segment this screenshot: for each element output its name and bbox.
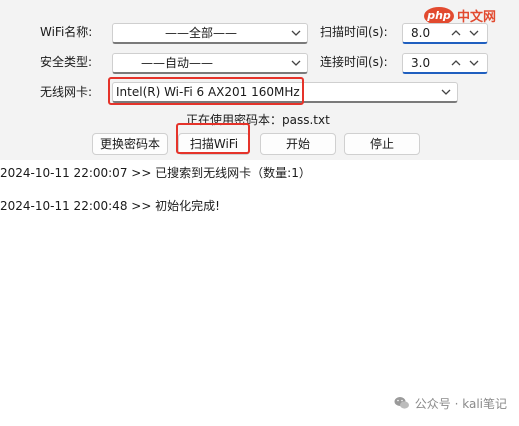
chevron-down-icon[interactable] bbox=[467, 56, 481, 70]
chevron-down-icon bbox=[291, 30, 301, 36]
wifi-name-value: ——全部—— bbox=[164, 26, 237, 40]
log-line: 2024-10-11 22:00:07 >> 已搜索到无线网卡（数量:1） bbox=[0, 166, 311, 180]
start-button[interactable]: 开始 bbox=[260, 133, 336, 155]
connect-time-value: 3.0 bbox=[411, 56, 431, 70]
log-output-area[interactable]: 2024-10-11 22:00:07 >> 已搜索到无线网卡（数量:1） 20… bbox=[0, 160, 519, 426]
nic-label: 无线网卡: bbox=[40, 85, 93, 99]
security-type-dropdown[interactable]: ——自动—— bbox=[112, 53, 308, 74]
connect-time-spinbox[interactable]: 3.0 bbox=[402, 53, 488, 74]
php-logo-badge: php bbox=[424, 6, 454, 25]
chevron-up-icon[interactable] bbox=[449, 56, 463, 70]
change-dict-button[interactable]: 更换密码本 bbox=[92, 133, 168, 155]
security-type-label: 安全类型: bbox=[40, 55, 93, 69]
security-type-value: ——自动—— bbox=[141, 56, 214, 70]
scan-time-spinbox[interactable]: 8.0 bbox=[402, 23, 488, 44]
watermark-text: 公众号 · kali笔记 bbox=[414, 396, 507, 411]
wechat-icon bbox=[394, 397, 409, 409]
chevron-up-icon[interactable] bbox=[449, 26, 463, 40]
wifi-name-dropdown[interactable]: ——全部—— bbox=[112, 23, 308, 44]
chevron-down-icon bbox=[441, 89, 451, 95]
scan-time-label: 扫描时间(s): bbox=[320, 25, 388, 39]
chevron-down-icon bbox=[291, 60, 301, 66]
chevron-down-icon[interactable] bbox=[467, 26, 481, 40]
watermark: 公众号 · kali笔记 bbox=[393, 394, 507, 412]
nic-dropdown[interactable]: Intel(R) Wi-Fi 6 AX201 160MHz bbox=[112, 82, 458, 103]
log-line: 2024-10-11 22:00:48 >> 初始化完成! bbox=[0, 199, 220, 213]
connect-time-label: 连接时间(s): bbox=[320, 55, 388, 69]
nic-value: Intel(R) Wi-Fi 6 AX201 160MHz bbox=[116, 85, 300, 99]
password-file-text: 正在使用密码本：pass.txt bbox=[186, 113, 330, 127]
wifi-name-label: WiFi名称: bbox=[40, 25, 93, 39]
scan-time-value: 8.0 bbox=[411, 26, 431, 40]
scan-wifi-button[interactable]: 扫描WiFi bbox=[178, 133, 250, 155]
stop-button[interactable]: 停止 bbox=[344, 133, 420, 155]
